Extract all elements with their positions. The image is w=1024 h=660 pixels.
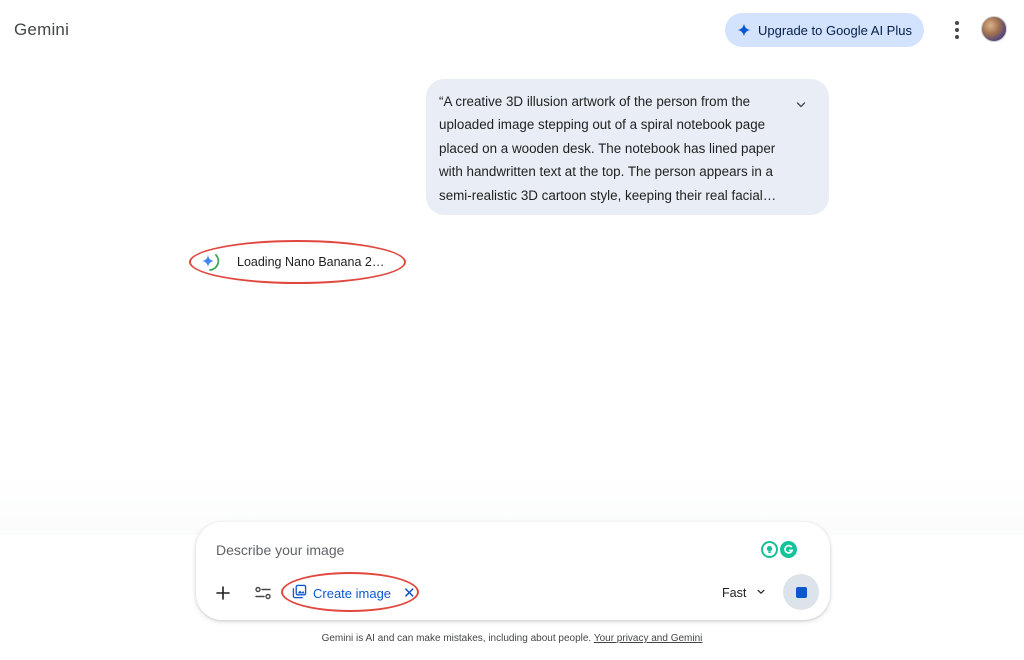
user-message-line: semi-realistic 3D cartoon style, keeping… <box>439 187 777 203</box>
create-image-label: Create image <box>313 585 392 601</box>
loading-text: Loading Nano Banana 2… <box>237 255 385 269</box>
plus-icon[interactable] <box>212 582 234 604</box>
mode-selector[interactable]: Fast <box>722 582 766 604</box>
gemini-spark-loading-icon <box>199 251 223 273</box>
user-message-line: placed on a wooden desk. The notebook ha… <box>439 140 776 156</box>
top-bar: Gemini Upgrade to Google AI Plus <box>0 0 1024 60</box>
stop-button[interactable] <box>783 574 819 610</box>
upgrade-label: Upgrade to Google AI Plus <box>758 22 912 38</box>
user-message-line: “A creative 3D illusion artwork of the p… <box>439 94 751 109</box>
more-vert-icon[interactable] <box>947 18 967 42</box>
model-loading-status: Loading Nano Banana 2… <box>199 251 384 273</box>
tools-icon[interactable] <box>252 582 274 604</box>
disclaimer-text: Gemini is AI and can make mistakes, incl… <box>321 633 592 644</box>
chevron-down-icon <box>756 586 766 600</box>
upgrade-button[interactable]: Upgrade to Google AI Plus <box>725 13 924 47</box>
image-gallery-icon <box>292 584 307 602</box>
close-icon[interactable]: ✕ <box>403 586 416 601</box>
avatar[interactable] <box>981 16 1007 42</box>
extension-icons <box>761 541 797 559</box>
create-image-chip[interactable]: Create image ✕ <box>292 582 416 604</box>
grammarly-bulb-icon[interactable] <box>761 541 778 558</box>
grammarly-icon[interactable] <box>780 541 797 558</box>
prompt-composer <box>196 522 830 620</box>
user-message-text: “A creative 3D illusion artwork of the p… <box>439 90 781 207</box>
sparkle-icon <box>737 23 751 37</box>
chevron-down-icon[interactable] <box>792 96 810 114</box>
mode-label: Fast <box>722 586 747 600</box>
privacy-link[interactable]: Your privacy and Gemini <box>594 633 703 644</box>
user-message-line: uploaded image stepping out of a spiral … <box>439 117 766 133</box>
footer-disclaimer: Gemini is AI and can make mistakes, incl… <box>0 633 1024 644</box>
app-title[interactable]: Gemini <box>14 20 69 40</box>
user-message-line: with handwritten text at the top. The pe… <box>439 164 773 180</box>
stop-icon <box>795 586 807 598</box>
user-message-bubble: “A creative 3D illusion artwork of the p… <box>426 79 829 215</box>
prompt-input[interactable] <box>216 540 736 560</box>
